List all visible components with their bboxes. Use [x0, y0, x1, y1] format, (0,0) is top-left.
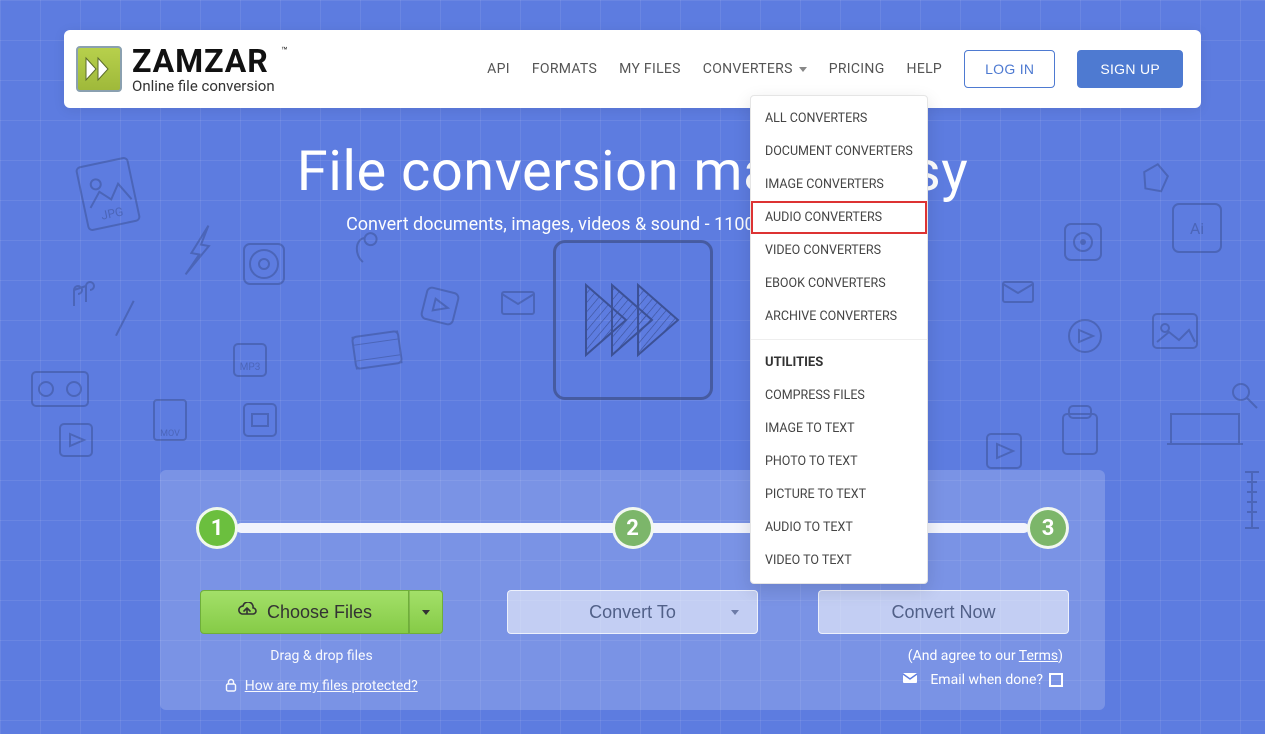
dd-picture-to-text[interactable]: PICTURE TO TEXT: [751, 478, 927, 511]
step1-column: Choose Files Drag & drop files How are m…: [196, 590, 447, 696]
bg-glyph: [1229, 380, 1259, 410]
nav-pricing[interactable]: PRICING: [829, 61, 885, 77]
choose-files-split-button[interactable]: [409, 590, 443, 634]
nav-converters[interactable]: CONVERTERS: [703, 61, 807, 77]
bg-glyph: MOV: [150, 396, 190, 444]
bg-glyph: [240, 400, 280, 440]
navbar: ZAMZAR™ Online file conversion API FORMA…: [64, 30, 1201, 108]
dd-photo-to-text[interactable]: PHOTO TO TEXT: [751, 445, 927, 478]
choose-files-button[interactable]: Choose Files: [200, 590, 409, 634]
bg-glyph: [1243, 470, 1261, 530]
step3-column: Convert Now (And agree to our Terms) Ema…: [818, 590, 1069, 696]
dd-image-converters[interactable]: IMAGE CONVERTERS: [751, 168, 927, 201]
hero-subtitle: Convert documents, images, videos & soun…: [0, 214, 1265, 235]
dd-audio-to-text[interactable]: AUDIO TO TEXT: [751, 511, 927, 544]
login-button[interactable]: LOG IN: [964, 50, 1055, 88]
bg-glyph: [1065, 316, 1105, 356]
hero-title: File conversion made easy: [0, 138, 1265, 204]
bg-glyph: [64, 280, 98, 314]
svg-text:MP3: MP3: [240, 362, 261, 373]
bg-glyph: [30, 370, 90, 408]
email-checkbox[interactable]: [1049, 673, 1063, 687]
bg-glyph: [1165, 400, 1245, 454]
terms-link[interactable]: Terms: [1019, 648, 1058, 664]
converters-dropdown: ALL CONVERTERS DOCUMENT CONVERTERS IMAGE…: [750, 95, 928, 584]
dd-document-converters[interactable]: DOCUMENT CONVERTERS: [751, 135, 927, 168]
cloud-upload-icon: [237, 602, 257, 623]
bg-glyph: [1149, 310, 1201, 352]
hero-illustration: [553, 240, 713, 400]
bg-glyph: MP3: [230, 340, 270, 380]
step-2: 2: [612, 507, 654, 549]
logo[interactable]: ZAMZAR™ Online file conversion: [76, 45, 275, 94]
nav-formats[interactable]: FORMATS: [532, 61, 597, 77]
nav-myfiles[interactable]: MY FILES: [619, 61, 681, 77]
bg-glyph: [1055, 400, 1105, 458]
dd-utilities-header: UTILITIES: [751, 346, 927, 379]
chevron-down-icon: [799, 67, 807, 72]
chevron-down-icon: [422, 610, 430, 615]
logo-icon: [76, 46, 122, 92]
bg-glyph: [240, 240, 288, 288]
dd-all-converters[interactable]: ALL CONVERTERS: [751, 102, 927, 135]
dd-video-converters[interactable]: VIDEO CONVERTERS: [751, 234, 927, 267]
lock-icon: [225, 678, 237, 696]
bg-glyph: [106, 296, 146, 336]
dd-image-to-text[interactable]: IMAGE TO TEXT: [751, 412, 927, 445]
brand-tagline: Online file conversion: [132, 79, 275, 94]
files-protected-link[interactable]: How are my files protected?: [245, 678, 418, 694]
step-3: 3: [1027, 507, 1069, 549]
dd-audio-converters[interactable]: AUDIO CONVERTERS: [751, 201, 927, 234]
dragdrop-label: Drag & drop files: [196, 648, 447, 664]
nav-help[interactable]: HELP: [907, 61, 943, 77]
chevron-down-icon: [731, 610, 739, 615]
terms-line: (And agree to our Terms): [908, 648, 1063, 664]
bg-glyph: [500, 290, 536, 316]
nav-links: API FORMATS MY FILES CONVERTERS PRICING …: [487, 50, 1183, 88]
steps: 1 2 3: [196, 498, 1069, 558]
convert-to-button[interactable]: Convert To: [507, 590, 758, 634]
dd-ebook-converters[interactable]: EBOOK CONVERTERS: [751, 267, 927, 300]
hero: File conversion made easy Convert docume…: [0, 138, 1265, 235]
brand-name: ZAMZAR™: [132, 45, 275, 77]
bg-glyph: [1001, 280, 1035, 304]
mail-icon: [902, 672, 918, 688]
step-1: 1: [196, 507, 238, 549]
svg-text:MOV: MOV: [160, 429, 180, 439]
bg-glyph: [347, 326, 406, 373]
nav-api[interactable]: API: [487, 61, 510, 77]
dd-video-to-text[interactable]: VIDEO TO TEXT: [751, 544, 927, 577]
divider: [751, 339, 927, 340]
bg-glyph: [416, 282, 464, 330]
dd-archive-converters[interactable]: ARCHIVE CONVERTERS: [751, 300, 927, 333]
convert-now-button[interactable]: Convert Now: [818, 590, 1069, 634]
conversion-panel: 1 2 3 Choose Files Drag & drop files: [160, 470, 1105, 710]
dd-compress-files[interactable]: COMPRESS FILES: [751, 379, 927, 412]
signup-button[interactable]: SIGN UP: [1077, 50, 1183, 88]
step2-column: Convert To: [507, 590, 758, 696]
bg-glyph: [56, 420, 96, 460]
bg-glyph: [983, 430, 1025, 472]
email-when-done[interactable]: Email when done?: [902, 672, 1063, 688]
